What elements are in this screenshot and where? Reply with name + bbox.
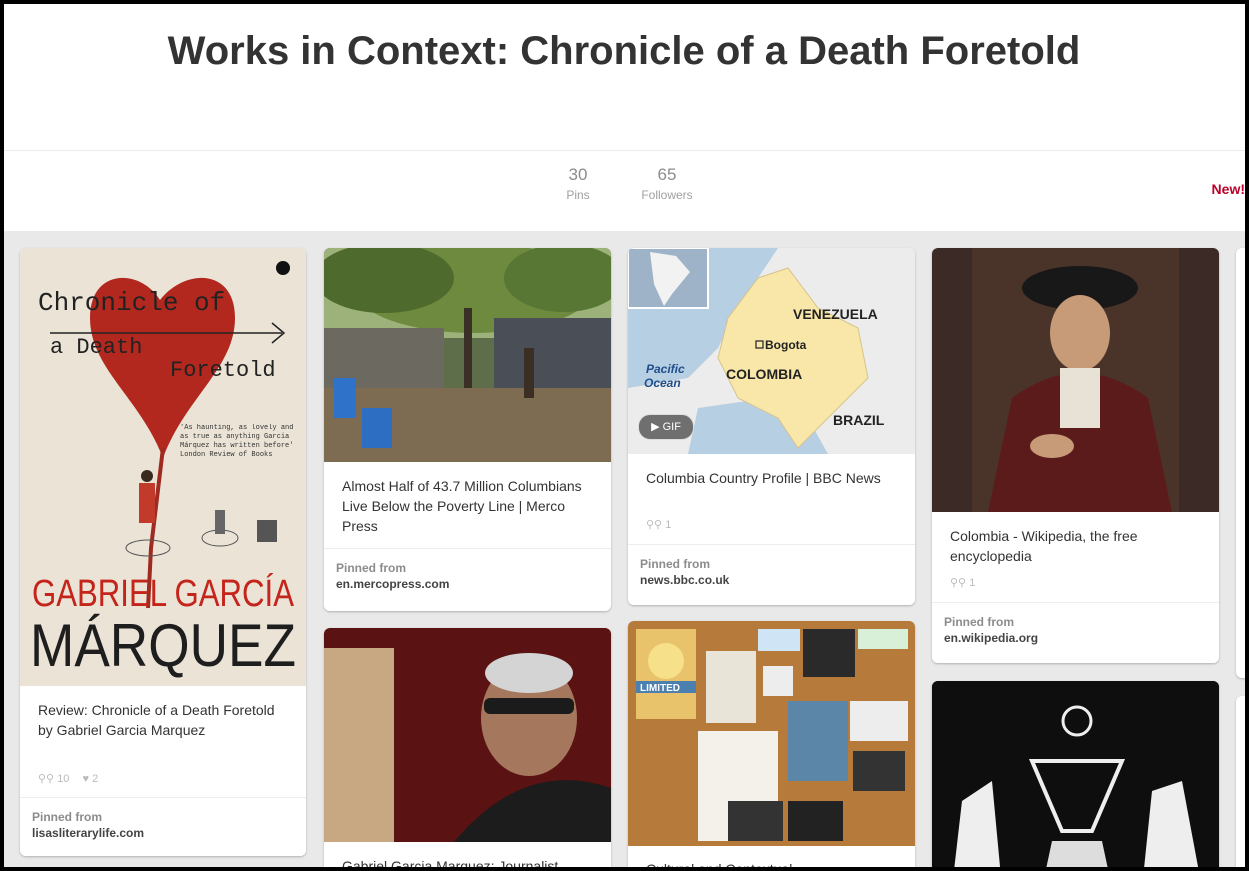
- pin-card-book-review[interactable]: Chronicle of a Death Foretold 'As haunti…: [20, 248, 306, 856]
- pins-count: 30: [568, 165, 588, 184]
- cover-title-line2: a Death: [50, 335, 142, 360]
- slum-photo-art: [324, 248, 611, 462]
- pin-description[interactable]: Almost Half of 43.7 Million Columbians L…: [342, 476, 597, 536]
- source-domain[interactable]: en.wikipedia.org: [944, 631, 1219, 645]
- pin-description[interactable]: Review: Chronicle of a Death Foretold by…: [38, 700, 292, 740]
- collage-label: LIMITED: [640, 683, 680, 694]
- pin-description[interactable]: Gabriel Garcia Marquez: Journalist,: [342, 856, 597, 867]
- repin-icon: ⚲⚲: [646, 519, 663, 531]
- gif-badge[interactable]: ▶ GIF: [638, 414, 694, 440]
- pinned-from-label: Pinned from: [336, 561, 407, 575]
- play-icon: ▶: [651, 421, 663, 433]
- collage-art: LIMITED: [628, 621, 915, 846]
- cover-quote: 'As haunting, as lovely and as true as a…: [180, 424, 294, 459]
- pin-source[interactable]: Pinned from en.mercopress.com: [324, 548, 611, 611]
- portrait-art: [932, 248, 1219, 512]
- map-label-ocean-1: Pacific: [646, 362, 685, 376]
- board-header: Works in Context: Chronicle of a Death F…: [4, 4, 1245, 150]
- followers-count: 65: [657, 165, 677, 184]
- marquez-photo-art: [324, 628, 611, 842]
- pin-counts: ⚲⚲ 1: [950, 576, 975, 589]
- cover-title-line1: Chronicle of: [38, 288, 225, 318]
- repin-icon: ⚲⚲: [38, 773, 55, 785]
- marquez-photo[interactable]: [324, 628, 611, 842]
- gif-label: GIF: [662, 421, 681, 433]
- pin-description[interactable]: Columbia Country Profile | BBC News: [646, 468, 901, 488]
- pin-source[interactable]: Pinned from lisasliterarylife.com: [20, 797, 306, 856]
- source-domain[interactable]: news.bbc.co.uk: [640, 573, 915, 587]
- pins-stat[interactable]: 30 Pins: [560, 165, 596, 202]
- pin-counts: ⚲⚲ 1: [646, 518, 671, 531]
- pin-card-cultural-context[interactable]: LIMITED Cultural and Contextual: [628, 621, 915, 867]
- repin-count: 1: [969, 577, 976, 589]
- pin-counts: ⚲⚲ 10 ♥ 2: [38, 772, 98, 785]
- map-label-brazil: BRAZIL: [833, 412, 885, 428]
- pin-description[interactable]: Colombia - Wikipedia, the free encyclope…: [950, 526, 1205, 566]
- browser-frame: Works in Context: Chronicle of a Death F…: [0, 0, 1249, 871]
- like-count: 2: [92, 773, 99, 785]
- heart-icon: ♥: [82, 773, 90, 785]
- source-domain[interactable]: lisasliterarylife.com: [32, 826, 306, 840]
- pin-card-country-profile[interactable]: VENEZUELA Bogota COLOMBIA Pacific Ocean …: [628, 248, 915, 605]
- pin-card-illustration[interactable]: [932, 681, 1219, 867]
- board-stats-bar: 30 Pins 65 Followers New!: [4, 150, 1245, 232]
- illustration-art: [932, 681, 1219, 867]
- book-cover-image[interactable]: Chronicle of a Death Foretold 'As haunti…: [20, 248, 306, 686]
- map-label-bogota: Bogota: [765, 338, 807, 352]
- map-label-colombia: COLOMBIA: [726, 366, 802, 382]
- followers-label: Followers: [641, 188, 693, 202]
- portrait-image[interactable]: [932, 248, 1219, 512]
- slum-photo[interactable]: [324, 248, 611, 462]
- repin-icon: ⚲⚲: [950, 577, 967, 589]
- repin-count: 1: [665, 519, 672, 531]
- pin-description[interactable]: Cultural and Contextual: [646, 859, 901, 867]
- cover-author-line2: MÁRQUEZ: [30, 612, 296, 679]
- map-label-ocean-2: Ocean: [644, 376, 681, 390]
- pin-card-poverty[interactable]: Almost Half of 43.7 Million Columbians L…: [324, 248, 611, 611]
- book-cover-art: Chronicle of a Death Foretold 'As haunti…: [20, 248, 306, 686]
- collage-image[interactable]: LIMITED: [628, 621, 915, 846]
- pin-grid: Chronicle of a Death Foretold 'As haunti…: [4, 231, 1245, 867]
- board-title: Works in Context: Chronicle of a Death F…: [167, 29, 1081, 73]
- source-domain[interactable]: en.mercopress.com: [336, 577, 611, 591]
- pin-card-journalist[interactable]: Gabriel Garcia Marquez: Journalist,: [324, 628, 611, 867]
- cover-title-line3: Foretold: [170, 358, 276, 383]
- pinned-from-label: Pinned from: [640, 557, 711, 571]
- pin-card-wikipedia[interactable]: Colombia - Wikipedia, the free encyclope…: [932, 248, 1219, 663]
- repin-count: 10: [57, 773, 70, 785]
- pin-card-partial[interactable]: [1236, 248, 1245, 678]
- cover-author-line1: GABRIEL GARCÍA: [32, 572, 295, 615]
- pin-source[interactable]: Pinned from en.wikipedia.org: [932, 602, 1219, 663]
- pinned-from-label: Pinned from: [32, 810, 103, 824]
- new-badge[interactable]: New!: [1212, 181, 1245, 197]
- map-label-venezuela: VENEZUELA: [793, 306, 878, 322]
- pins-label: Pins: [566, 188, 590, 202]
- colombia-map[interactable]: VENEZUELA Bogota COLOMBIA Pacific Ocean …: [628, 248, 915, 454]
- pin-card-partial-lower[interactable]: [1236, 696, 1245, 867]
- followers-stat[interactable]: 65 Followers: [632, 165, 702, 202]
- pin-source[interactable]: Pinned from news.bbc.co.uk: [628, 544, 915, 605]
- pinned-from-label: Pinned from: [944, 615, 1015, 629]
- illustration-image[interactable]: [932, 681, 1219, 867]
